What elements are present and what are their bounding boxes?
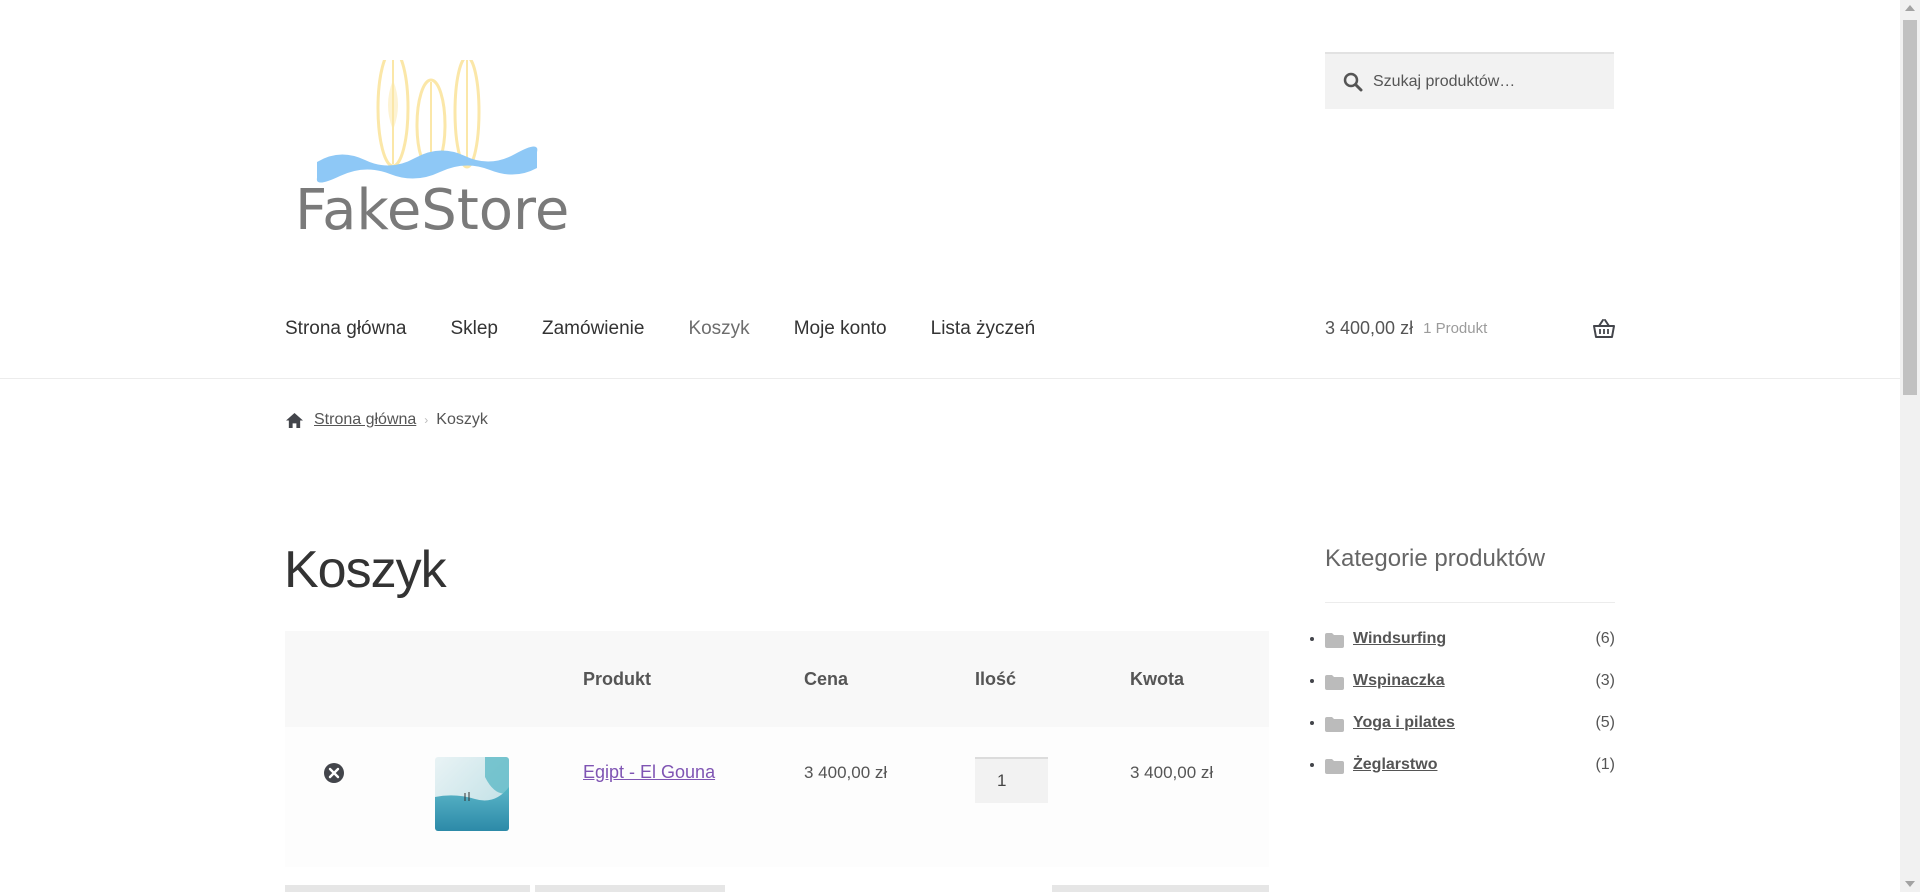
product-thumbnail[interactable] [435, 757, 509, 831]
categories-widget-title: Kategorie produktów [1325, 545, 1546, 572]
header-price: Cena [804, 669, 849, 689]
cart-table-header: Produkt Cena Ilość Kwota [285, 631, 1269, 727]
scroll-down-arrow-icon[interactable] [1905, 881, 1915, 887]
page: FakeStore Strona główna Sklep Zamówienie… [0, 0, 1900, 892]
primary-navigation: Strona główna Sklep Zamówienie Koszyk Mo… [285, 318, 1079, 340]
cart-total-amount: 3 400,00 zł [1325, 318, 1414, 338]
scroll-up-arrow-icon[interactable] [1905, 5, 1915, 11]
search-input[interactable] [1373, 72, 1593, 91]
header-cart[interactable]: 3 400,00 zł 1 Produkt [1325, 318, 1615, 339]
folder-icon [1325, 759, 1344, 774]
list-item: Wspinaczka (3) [1325, 672, 1615, 714]
remove-item-icon[interactable] [323, 762, 345, 784]
nav-item-shop[interactable]: Sklep [450, 318, 498, 340]
category-link-windsurfing[interactable]: Windsurfing [1353, 630, 1446, 648]
category-count: (6) [1595, 630, 1615, 647]
vertical-scrollbar[interactable] [1900, 0, 1920, 892]
product-subtotal: 3 400,00 zł [1130, 763, 1214, 782]
list-item: Windsurfing (6) [1325, 630, 1615, 672]
header-subtotal: Kwota [1130, 669, 1184, 689]
category-count: (3) [1595, 672, 1615, 689]
category-link-zeglarstwo[interactable]: Żeglarstwo [1353, 756, 1437, 774]
table-row: Egipt - El Gouna 3 400,00 zł 3 400,00 zł [285, 727, 1269, 867]
basket-icon [1593, 319, 1615, 338]
folder-icon [1325, 633, 1344, 648]
cart-item-count: 1 Produkt [1423, 320, 1488, 337]
breadcrumb-home-link[interactable]: Strona główna [314, 411, 416, 429]
coupon-field-edge [285, 885, 530, 892]
nav-item-cart[interactable]: Koszyk [688, 318, 749, 340]
nav-item-order[interactable]: Zamówienie [542, 318, 644, 340]
header-divider [0, 378, 1900, 379]
category-count: (5) [1595, 714, 1615, 731]
widget-divider [1325, 602, 1615, 603]
breadcrumb-separator-icon: › [424, 413, 429, 427]
product-price: 3 400,00 zł [804, 763, 888, 782]
apply-coupon-edge [535, 885, 725, 892]
product-search[interactable] [1325, 52, 1614, 109]
category-link-wspinaczka[interactable]: Wspinaczka [1353, 672, 1445, 690]
breadcrumb: Strona główna › Koszyk [285, 411, 488, 429]
home-icon [286, 412, 303, 428]
nav-item-home[interactable]: Strona główna [285, 318, 406, 340]
list-item: Yoga i pilates (5) [1325, 714, 1615, 756]
logo-text: FakeStore [295, 178, 570, 243]
header-product: Produkt [583, 669, 652, 689]
quantity-input[interactable] [975, 757, 1048, 803]
product-name-link[interactable]: Egipt - El Gouna [583, 762, 715, 783]
nav-item-wishlist[interactable]: Lista życzeń [931, 318, 1036, 340]
page-title: Koszyk [284, 541, 447, 599]
scrollbar-thumb[interactable] [1903, 20, 1917, 395]
cart-actions-strip [285, 885, 1269, 892]
nav-item-account[interactable]: Moje konto [794, 318, 887, 340]
header-quantity: Ilość [975, 669, 1017, 689]
update-cart-edge [1052, 885, 1269, 892]
cart-table: Produkt Cena Ilość Kwota Egipt - El Goun… [285, 631, 1269, 867]
list-item: Żeglarstwo (1) [1325, 756, 1615, 798]
breadcrumb-current: Koszyk [436, 411, 488, 428]
product-image [435, 757, 509, 831]
search-icon [1343, 72, 1363, 91]
folder-icon [1325, 717, 1344, 732]
category-link-yoga[interactable]: Yoga i pilates [1353, 714, 1455, 732]
category-list: Windsurfing (6) Wspinaczka (3) Yoga i pi… [1325, 630, 1615, 798]
folder-icon [1325, 675, 1344, 690]
category-count: (1) [1595, 756, 1615, 773]
